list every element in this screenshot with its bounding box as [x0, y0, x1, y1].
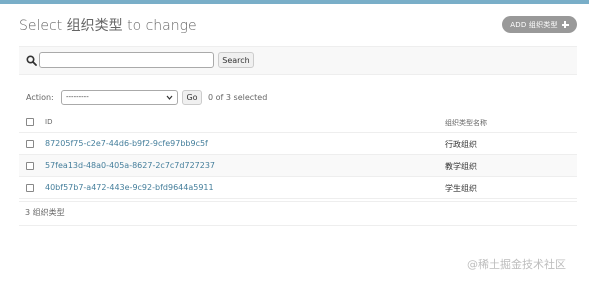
row-name: 学生组织: [445, 184, 477, 193]
action-select[interactable]: ---------: [61, 90, 178, 105]
table-row: 57fea13d-48a0-405a-8627-2c7c7d727237 教学组…: [19, 155, 577, 177]
column-header-name[interactable]: 组织类型名称: [445, 118, 487, 128]
column-header-id[interactable]: ID: [45, 118, 52, 126]
actions-bar: Action: --------- Go 0 of 3 selected: [26, 89, 426, 107]
search-toolbar: Search: [19, 46, 577, 75]
add-button-label: ADD 组织类型: [510, 20, 558, 29]
row-id-link[interactable]: 40bf57b7-a472-443e-9c92-bfd9644a5911: [45, 183, 214, 192]
chevron-down-icon: [166, 95, 173, 100]
results-table: ID 组织类型名称 87205f75-c2e7-44d6-b9f2-9cfe97…: [19, 111, 577, 199]
add-button[interactable]: ADD 组织类型: [502, 16, 577, 33]
table-row: 40bf57b7-a472-443e-9c92-bfd9644a5911 学生组…: [19, 177, 577, 199]
search-icon: [26, 55, 37, 66]
action-select-value: ---------: [66, 93, 89, 101]
go-button[interactable]: Go: [182, 90, 202, 105]
row-checkbox[interactable]: [26, 162, 34, 170]
row-checkbox[interactable]: [26, 184, 34, 192]
row-id-link[interactable]: 87205f75-c2e7-44d6-b9f2-9cfe97bb9c5f: [45, 139, 208, 148]
table-header-row: ID 组织类型名称: [19, 111, 577, 133]
search-input[interactable]: [39, 52, 214, 68]
row-name: 行政组织: [445, 140, 477, 149]
page-title: Select 组织类型 to change: [19, 18, 197, 34]
row-checkbox[interactable]: [26, 140, 34, 148]
search-button[interactable]: Search: [218, 52, 254, 68]
header-accent-bar: [0, 0, 589, 4]
paginator: 3 组织类型: [19, 201, 577, 226]
row-name: 教学组织: [445, 162, 477, 171]
table-row: 87205f75-c2e7-44d6-b9f2-9cfe97bb9c5f 行政组…: [19, 133, 577, 155]
action-label: Action:: [26, 93, 54, 102]
selected-count: 0 of 3 selected: [208, 93, 268, 102]
plus-icon: [561, 21, 569, 28]
watermark: @稀土掘金技术社区: [467, 258, 566, 271]
select-all-checkbox[interactable]: [26, 118, 34, 126]
row-id-link[interactable]: 57fea13d-48a0-405a-8627-2c7c7d727237: [45, 161, 215, 170]
